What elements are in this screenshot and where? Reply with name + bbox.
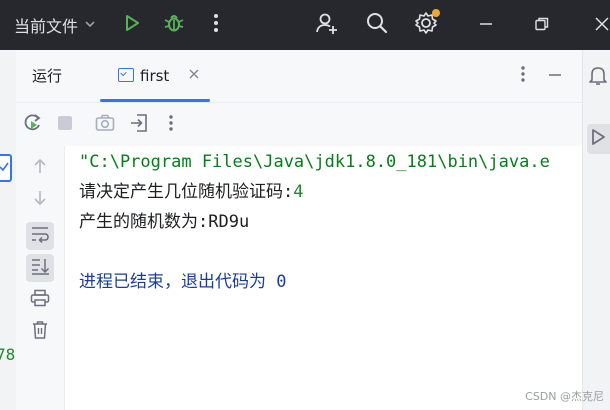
run-icon: [122, 13, 142, 37]
more-vertical-icon: [213, 13, 219, 37]
rerun-icon: [22, 112, 44, 138]
debug-button[interactable]: [160, 0, 188, 50]
down-stack-button[interactable]: [26, 186, 54, 214]
print-icon: [30, 289, 50, 311]
left-editor-edge: 78: [0, 50, 17, 410]
code-with-me-button[interactable]: [312, 0, 342, 50]
soft-wrap-button[interactable]: [26, 222, 54, 250]
console-exit-line: 进程已结束，退出代码为 0: [79, 272, 287, 292]
settings-button[interactable]: [410, 0, 442, 50]
minimize-icon: [548, 67, 562, 86]
notifications-button[interactable]: [587, 62, 610, 92]
console-prompt-line: 请决定产生几位随机验证码:4: [79, 180, 303, 204]
console-result-line: 产生的随机数为:RD9u: [79, 212, 250, 232]
run-panel-title: 运行: [32, 67, 63, 85]
scroll-to-end-icon: [30, 257, 50, 279]
arrow-up-icon: [32, 157, 48, 179]
current-file-selector[interactable]: 当前文件: [14, 0, 96, 50]
close-window-button[interactable]: [590, 0, 610, 50]
run-panel-icon: [587, 126, 609, 152]
restore-icon: [535, 16, 549, 35]
screenshot-icon: [95, 114, 115, 136]
console-output[interactable]: "C:\Program Files\Java\jdk1.8.0_181\bin\…: [65, 146, 582, 410]
console-command-line: "C:\Program Files\Java\jdk1.8.0_181\bin\…: [79, 152, 550, 172]
run-config-icon: [118, 68, 134, 82]
settings-icon: [414, 9, 440, 39]
soft-wrap-icon: [30, 225, 50, 247]
chevron-down-icon: [84, 18, 96, 33]
arrow-down-icon: [32, 189, 48, 211]
panel-options-button[interactable]: [508, 54, 538, 98]
console-side-toolbar: [16, 146, 65, 410]
partial-line-number: 78: [0, 345, 16, 364]
hide-panel-button[interactable]: [540, 54, 570, 98]
run-tool-window: 运行 first "C:\Program Files\Java\jdk1.8.0…: [16, 50, 582, 410]
watermark: CSDN @杰克尼: [525, 390, 604, 403]
run-tab-bar: 运行 first: [16, 50, 582, 102]
restore-button[interactable]: [530, 0, 554, 50]
search-button[interactable]: [362, 0, 392, 50]
title-bar: 当前文件: [0, 0, 610, 50]
trash-icon: [31, 320, 49, 344]
search-icon: [365, 11, 389, 39]
console-user-input: 4: [293, 182, 304, 202]
run-toolbar: [16, 102, 582, 147]
import-icon: [129, 113, 149, 137]
stop-icon: [56, 114, 74, 136]
more-actions-button[interactable]: [204, 0, 228, 50]
check-icon: [0, 154, 12, 182]
stop-button[interactable]: [50, 103, 80, 147]
scroll-to-end-button[interactable]: [26, 254, 54, 282]
debug-icon: [163, 12, 185, 38]
print-button[interactable]: [26, 286, 54, 314]
close-tab-icon[interactable]: [188, 65, 200, 84]
screenshot-button[interactable]: [90, 103, 120, 147]
console-prompt-text: 请决定产生几位随机验证码:: [79, 182, 294, 202]
add-user-icon: [315, 11, 339, 39]
update-badge-icon: [432, 9, 440, 17]
toolbar-more-button[interactable]: [156, 103, 186, 147]
current-file-label: 当前文件: [14, 17, 79, 36]
more-vertical-icon: [520, 65, 526, 87]
run-tool-window-button[interactable]: [587, 124, 610, 154]
run-button[interactable]: [118, 0, 146, 50]
tab-first-label: first: [140, 67, 170, 85]
minimize-icon: [479, 16, 493, 35]
close-icon: [595, 16, 609, 35]
up-stack-button[interactable]: [26, 154, 54, 182]
clear-all-button[interactable]: [26, 318, 54, 346]
minimize-button[interactable]: [474, 0, 498, 50]
notifications-icon: [587, 64, 609, 90]
more-vertical-icon: [168, 114, 174, 136]
right-tool-strip: [582, 50, 610, 410]
rerun-button[interactable]: [18, 103, 48, 147]
import-button[interactable]: [124, 103, 154, 147]
tab-first[interactable]: first: [100, 50, 210, 102]
